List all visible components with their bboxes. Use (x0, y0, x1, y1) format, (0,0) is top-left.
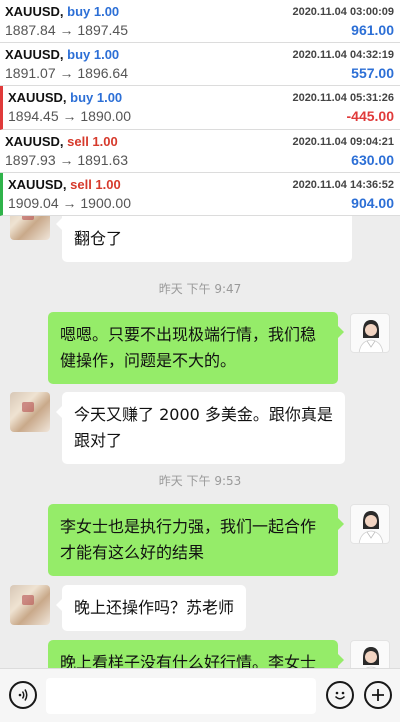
trade-time: 2020.11.04 03:00:09 (292, 6, 394, 18)
voice-button[interactable] (9, 681, 37, 709)
contact-avatar[interactable] (10, 392, 50, 432)
teacher-avatar[interactable] (350, 504, 390, 544)
emoji-icon (334, 691, 346, 700)
trade-history-panel: XAUUSD, buy 1.00 1887.84 → 1897.45 2020.… (0, 0, 400, 216)
trade-prices: 1909.04 → 1900.00 (8, 194, 131, 211)
message-bubble-incoming[interactable]: 晚上还操作吗？苏老师 (55, 585, 247, 631)
trade-symbol: XAUUSD, sell 1.00 (5, 133, 118, 149)
trade-symbol: XAUUSD, buy 1.00 (5, 47, 120, 63)
trade-row[interactable]: XAUUSD, sell 1.00 1909.04 → 1900.00 2020… (0, 172, 400, 216)
teacher-avatar[interactable] (350, 313, 390, 353)
person-icon (358, 511, 384, 543)
voice-icon (18, 689, 28, 701)
message-input[interactable] (46, 678, 316, 714)
message-text: 嗯嗯。只要不出现极端行情，我们稳健操作，问题是不大的。 (60, 325, 317, 370)
trade-prices: 1887.84 → 1897.45 (5, 22, 128, 38)
trade-prices: 1897.93 → 1891.63 (5, 151, 128, 168)
trade-side: sell 1.00 (70, 176, 121, 192)
trade-symbol: XAUUSD, buy 1.00 (5, 4, 120, 19)
trade-profit: 961.00 (351, 22, 394, 38)
message-text: 今天又赚了 2000 多美金。跟你真是跟对了 (74, 405, 333, 450)
person-icon (358, 320, 384, 352)
message-input-bar (0, 668, 400, 722)
trade-profit: 630.00 (351, 151, 394, 168)
message-text: 翻仓了 (74, 229, 123, 248)
timestamp: 昨天 下午 9:47 (158, 282, 242, 296)
trade-time: 2020.11.04 05:31:26 (292, 92, 394, 105)
trade-side: buy 1.00 (70, 90, 123, 106)
trade-prices: 1894.45 → 1890.00 (8, 108, 131, 125)
trade-time: 2020.11.04 04:32:19 (292, 49, 394, 62)
trade-side: buy 1.00 (67, 4, 120, 19)
trade-side: buy 1.00 (67, 47, 120, 63)
emoji-button[interactable] (326, 681, 354, 709)
trade-row[interactable]: XAUUSD, buy 1.00 1891.07 → 1896.64 2020.… (0, 43, 400, 87)
trade-time: 2020.11.04 14:36:52 (292, 178, 394, 191)
trade-side: sell 1.00 (67, 133, 118, 149)
plus-icon (372, 689, 384, 701)
trade-row[interactable]: XAUUSD, buy 1.00 1887.84 → 1897.45 2020.… (0, 0, 400, 44)
trade-row[interactable]: XAUUSD, sell 1.00 1897.93 → 1891.63 2020… (0, 130, 400, 173)
trade-profit: -445.00 (346, 108, 394, 125)
trade-profit: 904.00 (351, 194, 394, 211)
trade-prices: 1891.07 → 1896.64 (5, 65, 128, 82)
trade-time: 2020.11.04 09:04:21 (292, 135, 394, 148)
timestamp: 昨天 下午 9:53 (158, 474, 242, 488)
trade-row[interactable]: XAUUSD, buy 1.00 1894.45 → 1890.00 2020.… (0, 86, 400, 130)
trade-profit: 557.00 (351, 65, 394, 82)
contact-avatar[interactable] (10, 585, 50, 625)
plus-button[interactable] (364, 681, 392, 709)
message-bubble-outgoing[interactable]: 李女士也是执行力强，我们一起合作才能有这么好的结果 (48, 504, 344, 576)
message-text: 李女士也是执行力强，我们一起合作才能有这么好的结果 (60, 517, 317, 562)
message-bubble-outgoing[interactable]: 嗯嗯。只要不出现极端行情，我们稳健操作，问题是不大的。 (48, 312, 344, 384)
trade-symbol: XAUUSD, buy 1.00 (8, 90, 123, 106)
message-bubble-incoming[interactable]: 今天又赚了 2000 多美金。跟你真是跟对了 (56, 392, 345, 464)
message-text: 晚上还操作吗？苏老师 (74, 598, 235, 617)
trade-symbol: XAUUSD, sell 1.00 (8, 176, 121, 192)
